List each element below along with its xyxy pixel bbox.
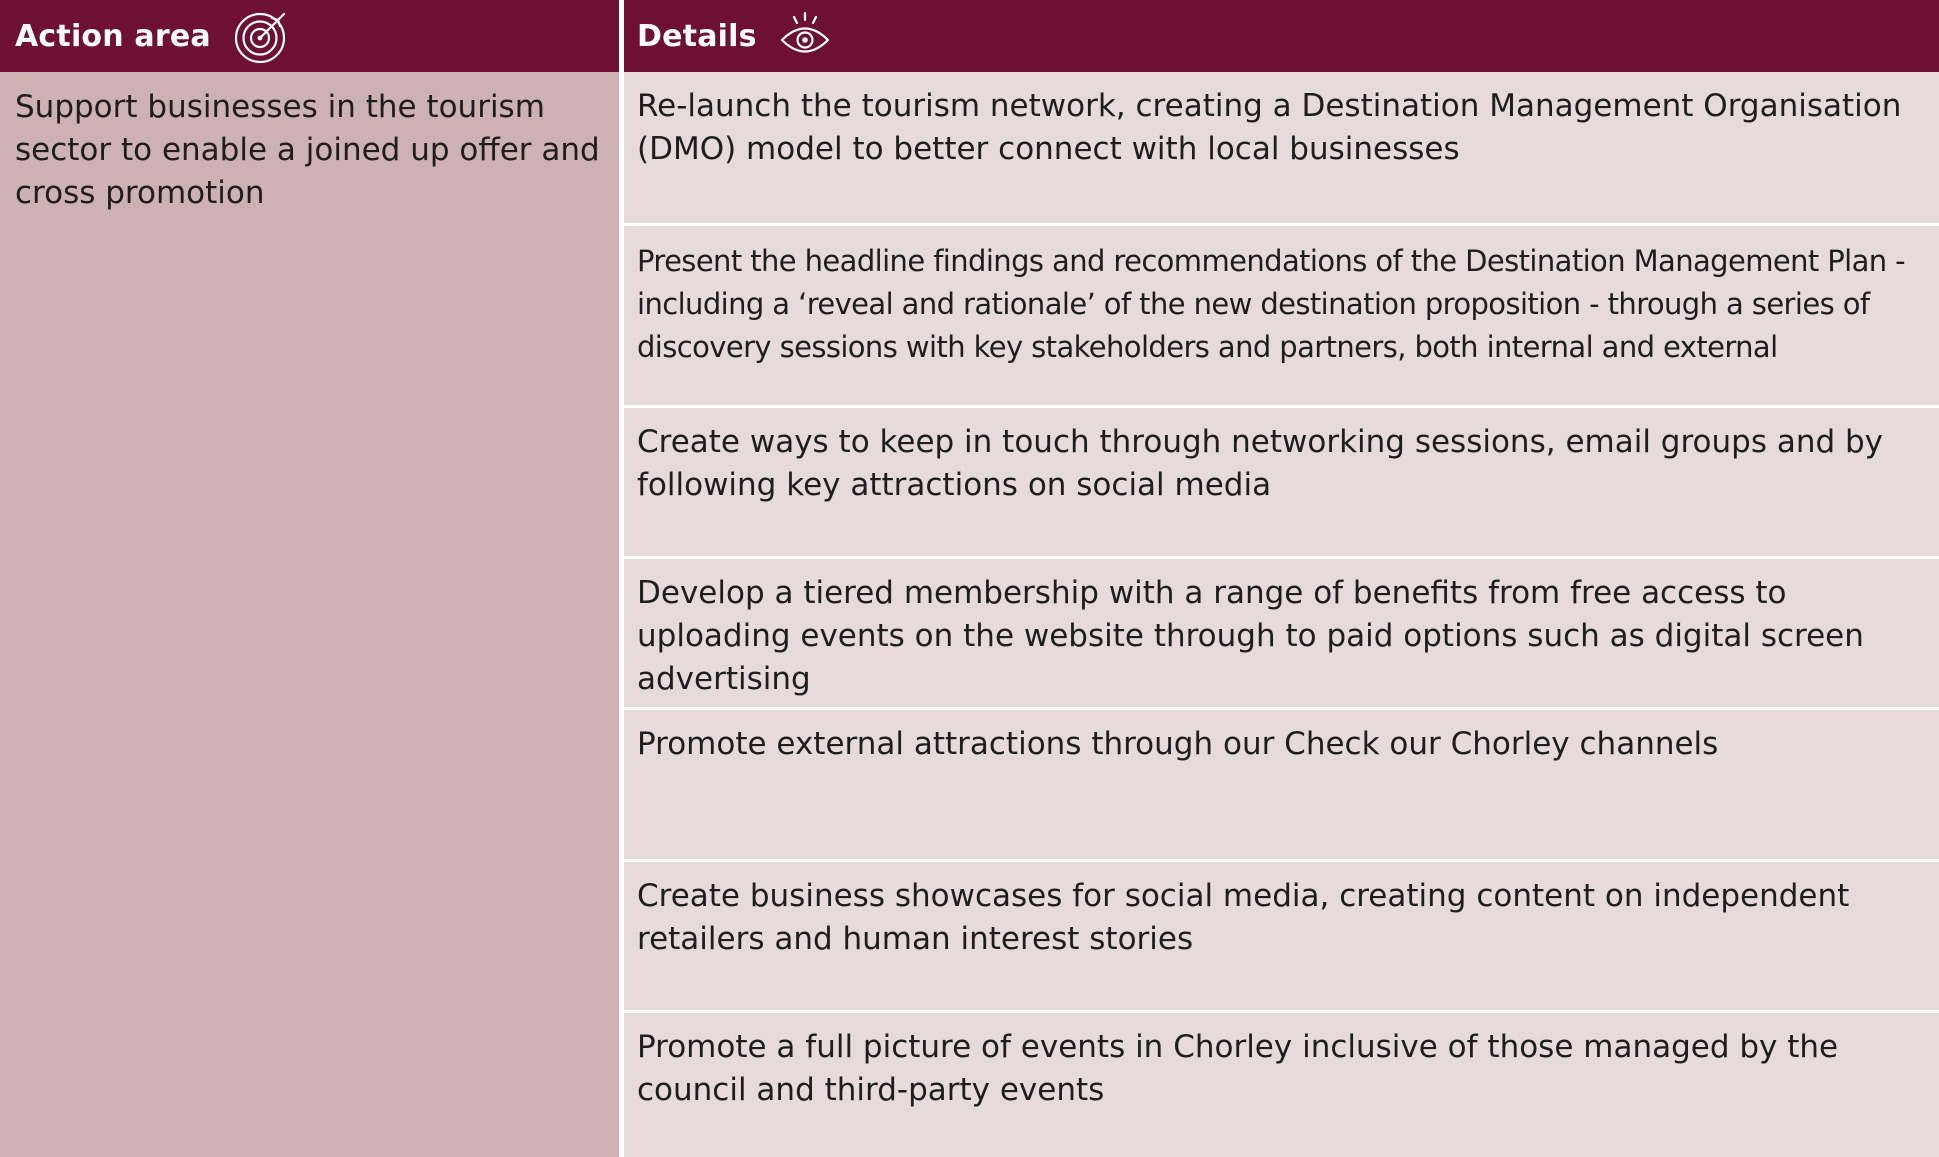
details-row: Promote a full picture of events in Chor… — [624, 1013, 1939, 1157]
details-row-text: Create business showcases for social med… — [637, 878, 1850, 957]
details-row-text: Present the headline findings and recomm… — [637, 244, 1906, 364]
details-row: Create business showcases for social med… — [624, 862, 1939, 1010]
action-area-header-label: Action area — [15, 18, 211, 54]
details-row-text: Re-launch the tourism network, creating … — [637, 88, 1902, 167]
action-area-header: Action area — [0, 0, 619, 72]
target-icon — [233, 7, 291, 65]
details-column: Re-launch the tourism network, creating … — [624, 72, 1939, 1157]
action-plan-table: Action area Details Support businesses i… — [0, 0, 1939, 1157]
details-row-text: Create ways to keep in touch through net… — [637, 424, 1884, 503]
details-row-text: Promote external attractions through our… — [637, 726, 1719, 762]
details-header-label: Details — [637, 18, 757, 54]
action-area-cell: Support businesses in the tourism sector… — [0, 72, 619, 1157]
eye-icon — [779, 11, 831, 61]
action-area-text: Support businesses in the tourism sector… — [15, 89, 600, 211]
details-row: Develop a tiered membership with a range… — [624, 559, 1939, 707]
details-row: Present the headline findings and recomm… — [624, 226, 1939, 405]
details-row: Create ways to keep in touch through net… — [624, 408, 1939, 556]
details-row: Re-launch the tourism network, creating … — [624, 72, 1939, 223]
details-header: Details — [624, 0, 1939, 72]
details-row-text: Develop a tiered membership with a range… — [637, 575, 1864, 697]
details-row: Promote external attractions through our… — [624, 710, 1939, 859]
details-row-text: Promote a full picture of events in Chor… — [637, 1029, 1839, 1108]
